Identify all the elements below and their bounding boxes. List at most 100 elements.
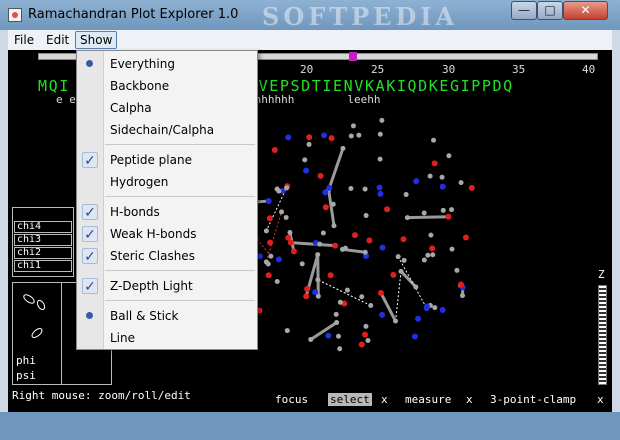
atom [468,184,475,191]
ruler-tick: 30 [442,63,456,76]
z-depth-slider[interactable] [598,285,607,385]
menu-item-everything[interactable]: Everything [77,53,257,75]
bond-line [407,215,449,220]
atom [415,315,422,322]
chi-row[interactable]: chi2 [14,247,72,259]
mode-measure-close-icon[interactable]: x [466,393,473,406]
atom [299,261,305,267]
radio-icon [82,308,98,324]
empty-mark-icon [82,330,98,346]
bond-line [399,270,417,289]
atom [322,189,329,196]
atom [368,302,374,308]
chi-box: chi4 chi3 chi2 chi1 [12,207,74,277]
close-button[interactable]: ✕ [563,1,608,20]
app-icon [8,8,22,22]
menu-file[interactable]: File [10,32,38,48]
residue-slider-knob[interactable] [349,52,357,61]
atom [315,277,321,283]
mode-measure[interactable]: measure [405,393,451,406]
minimize-button[interactable]: — [511,1,537,20]
atom [350,123,356,129]
menu-item-h-bonds[interactable]: ✓ H-bonds [77,201,257,223]
atom [333,311,339,317]
chi-row[interactable]: chi3 [14,234,72,246]
menu-separator [105,196,255,197]
atom [283,214,289,220]
atom [304,285,311,292]
atom [431,160,438,167]
atom [446,153,452,159]
atom [321,132,328,139]
atom [265,197,272,204]
atom [401,257,407,263]
check-icon: ✓ [82,226,98,243]
atom [337,346,343,352]
atom [428,232,434,238]
empty-mark-icon [82,78,98,94]
menu-separator [105,300,255,301]
menu-item-z-depth-light[interactable]: ✓ Z-Depth Light [77,275,257,297]
mode-clamp[interactable]: 3-point-clamp [490,393,576,406]
atom [284,185,290,191]
check-icon: ✓ [82,248,98,265]
atom [358,341,365,348]
atom [439,307,446,314]
mode-select-close-icon[interactable]: x [381,393,388,406]
menu-item-line[interactable]: Line [77,327,257,349]
menu-separator [105,144,255,145]
atom [449,246,455,252]
atom [427,173,433,179]
chi-row[interactable]: chi4 [14,221,72,233]
atom [315,252,321,258]
atom [312,289,319,296]
menu-item-calpha[interactable]: Calpha [77,97,257,119]
menu-item-peptide-plane[interactable]: ✓ Peptide plane [77,149,257,171]
atom [454,267,460,273]
atom [398,268,404,274]
bond-line [309,321,338,341]
menu-item-steric-clashes[interactable]: ✓ Steric Clashes [77,245,257,267]
atom [275,256,282,263]
mode-focus[interactable]: focus [275,393,308,406]
atom [327,272,334,279]
menu-item-weak-h-bonds[interactable]: ✓ Weak H-bonds [77,223,257,245]
rama-divider [61,283,62,384]
atom [285,134,292,141]
menu-item-sidechain-calpha[interactable]: Sidechain/Calpha [77,119,257,141]
atom [284,328,290,334]
menu-edit[interactable]: Edit [42,32,73,48]
atom [302,157,308,163]
ruler-tick: 25 [371,63,385,76]
atom [308,336,314,342]
menu-item-hydrogen[interactable]: Hydrogen [77,171,257,193]
atom [340,145,346,151]
atom [457,281,464,288]
menu-item-ball-stick[interactable]: Ball & Stick [77,305,257,327]
atom [335,333,341,339]
chi-row[interactable]: chi1 [14,260,72,272]
atom [348,133,354,139]
atom [462,234,469,241]
mode-clamp-close-icon[interactable]: x [597,393,604,406]
title-bar[interactable]: Ramachandran Plot Explorer 1.0 SOFTPEDIA… [0,0,620,31]
atom [279,209,285,215]
phi-label: phi [16,354,36,367]
atom [303,167,310,174]
atom [431,137,437,143]
atom [432,305,438,311]
atom [390,271,397,278]
mode-select[interactable]: select [328,393,372,406]
atom [449,207,455,213]
menu-show[interactable]: Show [75,31,118,49]
atom [303,293,310,300]
maximize-button[interactable]: □ [537,1,563,20]
atom [317,241,323,247]
app-window: Ramachandran Plot Explorer 1.0 SOFTPEDIA… [0,0,620,440]
atom [340,246,346,252]
atom [400,236,407,243]
window-title: Ramachandran Plot Explorer 1.0 [28,7,239,22]
atom [362,186,368,192]
atom [379,244,386,251]
menu-item-backbone[interactable]: Backbone [77,75,257,97]
